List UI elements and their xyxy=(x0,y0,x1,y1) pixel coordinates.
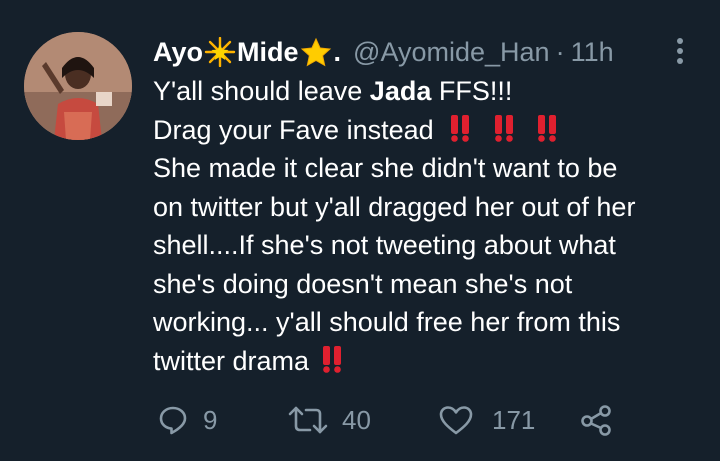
tweet-text-line: on twitter but y'all dragged her out of … xyxy=(153,191,636,222)
author-handle[interactable]: @Ayomide_Han xyxy=(353,37,550,68)
tweet-actions: 9 40 171 xyxy=(0,398,720,442)
separator-dot: · xyxy=(555,36,565,67)
tweet-text: Y'all should leave Jada FFS!!! Drag your… xyxy=(153,72,698,380)
glowing-star-icon xyxy=(204,37,236,67)
text-segment: FFS!!! xyxy=(431,76,513,106)
tweet-text-line: Y'all should leave Jada FFS!!! xyxy=(153,72,698,111)
text-segment: twitter drama xyxy=(153,345,310,376)
reply-button[interactable]: 9 xyxy=(157,398,217,442)
reply-count: 9 xyxy=(203,404,218,435)
more-options-icon[interactable] xyxy=(670,36,690,66)
avatar[interactable] xyxy=(24,32,132,140)
author-name-part: Mide xyxy=(237,36,299,67)
heart-icon xyxy=(439,406,473,435)
double-exclamation-icon xyxy=(494,114,513,142)
tweet-text-line: shell....If she's not tweeting about wha… xyxy=(153,230,616,260)
like-button[interactable]: 171 xyxy=(438,398,535,442)
tweet-text-line: Drag your Fave instead xyxy=(153,111,698,150)
share-icon xyxy=(581,405,611,436)
tweet-text-line: She made it clear she didn't want to be xyxy=(153,153,618,183)
reply-icon xyxy=(159,406,187,435)
text-segment: Y'all should leave xyxy=(153,76,370,106)
author-name[interactable]: Ayo Mide . xyxy=(153,37,341,68)
retweet-icon xyxy=(288,406,328,434)
timestamp[interactable]: 11h xyxy=(571,37,614,68)
double-exclamation-icon xyxy=(451,114,470,142)
double-exclamation-icon xyxy=(538,114,557,142)
author-name-part: Ayo xyxy=(153,36,204,67)
retweet-count: 40 xyxy=(342,404,371,435)
tweet-text-line: she's doing doesn't mean she's not xyxy=(153,268,573,299)
tweet[interactable]: Ayo Mide . @Ayomide_Han · 11h Y'all shou… xyxy=(0,0,720,461)
tweet-header: Ayo Mide . @Ayomide_Han · 11h xyxy=(153,32,614,72)
text-segment: Drag your Fave instead xyxy=(153,114,434,145)
tweet-text-line: working... y'all should free her from th… xyxy=(153,307,621,337)
author-name-trailing: . xyxy=(333,36,342,67)
like-count: 171 xyxy=(492,404,536,435)
retweet-button[interactable]: 40 xyxy=(288,398,371,442)
double-exclamation-icon xyxy=(322,345,341,373)
tweet-text-line: twitter drama xyxy=(153,342,698,381)
star-icon xyxy=(300,37,331,67)
text-segment-bold: Jada xyxy=(369,76,432,106)
share-button[interactable] xyxy=(580,398,612,442)
